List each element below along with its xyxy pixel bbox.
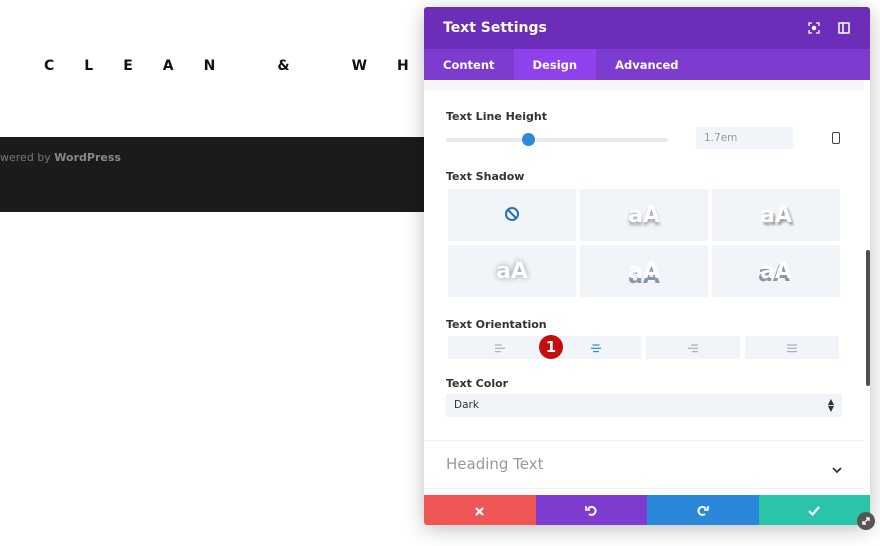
sidebar-toggle-icon[interactable] [837,21,851,35]
redo-button[interactable] [647,495,759,525]
tab-advanced[interactable]: Advanced [596,49,697,80]
cancel-button[interactable] [424,495,536,525]
text-settings-panel: Text Settings Content Design Advanced Te… [424,7,870,525]
fullscreen-icon[interactable] [807,21,821,35]
panel-title: Text Settings [443,20,547,36]
divider [424,80,864,91]
panel-header: Text Settings [424,7,870,49]
title-letter: L [84,58,94,74]
align-left-icon [494,338,505,357]
divider [424,440,864,441]
panel-tabs: Content Design Advanced [424,49,870,80]
panel-body: Text Line Height 1.7em Text Shadow aA aA… [424,80,870,495]
select-arrows-icon: ▲ ▼ [827,397,834,413]
title-letter: & [277,58,290,74]
shadow-preset-option[interactable]: aA [580,245,708,297]
tab-design[interactable]: Design [513,49,597,80]
tab-content[interactable]: Content [424,49,514,80]
text-orientation-options [448,336,839,359]
title-letter: C [44,58,55,74]
step-marker: 1 [539,335,563,359]
undo-button[interactable] [535,495,647,525]
mobile-device-icon[interactable] [832,132,840,144]
title-letter: A [162,58,174,74]
resize-handle-icon[interactable] [857,512,875,530]
scrollbar[interactable] [866,250,870,386]
chevron-down-icon[interactable] [832,459,842,478]
orientation-justify-button[interactable] [745,336,839,359]
align-justify-icon [787,338,797,357]
title-letter: W [351,58,368,74]
panel-actions [424,495,870,525]
footer-credit: wered by WordPress [0,151,121,164]
line-height-input[interactable]: 1.7em [696,127,793,149]
shadow-preset-option[interactable]: aA [712,189,840,241]
shadow-none-option[interactable] [448,189,576,241]
text-shadow-label: Text Shadow [446,170,525,183]
save-button[interactable] [758,495,870,525]
undo-icon [585,501,597,520]
text-color-select[interactable]: Dark ▲ ▼ [446,394,842,417]
shadow-preset-option[interactable]: aA [448,245,576,297]
shadow-preset-option[interactable]: aA [712,245,840,297]
align-center-icon [591,338,601,357]
orientation-right-button[interactable] [646,336,740,359]
check-icon [808,501,821,520]
title-letter: E [123,58,133,74]
align-right-icon [688,338,698,357]
close-icon [475,501,485,520]
line-height-slider[interactable] [446,133,668,146]
divider [424,488,864,489]
text-shadow-presets: aA aA aA aA aA [448,189,840,297]
text-orientation-label: Text Orientation [446,318,547,331]
title-letter: N [203,58,216,74]
slider-handle[interactable] [522,133,536,146]
no-entry-icon [504,203,520,228]
line-height-label: Text Line Height [446,110,547,123]
wordpress-link[interactable]: WordPress [54,151,121,164]
site-footer: wered by WordPress [0,137,424,212]
shadow-preset-option[interactable]: aA [580,189,708,241]
orientation-center-button[interactable] [551,336,641,359]
title-letter: H [397,58,409,74]
heading-text-toggle[interactable]: Heading Text [446,455,544,473]
redo-icon [697,501,709,520]
text-color-label: Text Color [446,377,509,390]
orientation-left-button[interactable] [448,336,551,359]
